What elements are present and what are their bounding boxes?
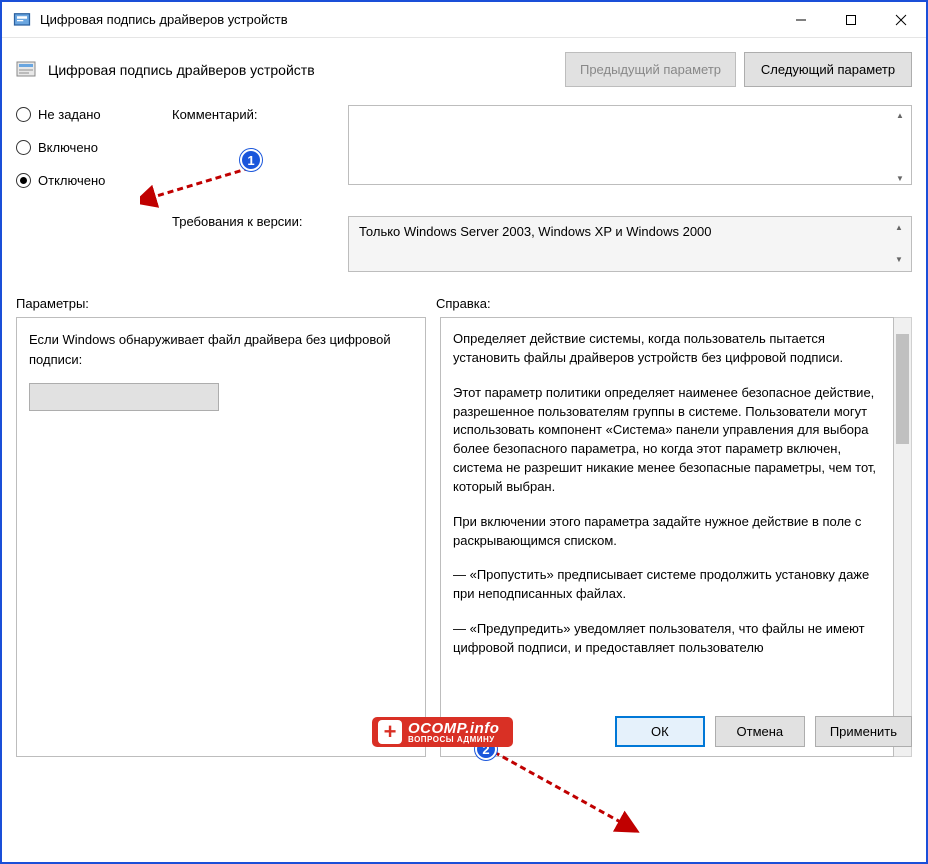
scroll-up-icon[interactable]: ▲ [892,221,906,233]
comment-textarea[interactable] [348,105,912,185]
next-setting-button[interactable]: Следующий параметр [744,52,912,87]
close-button[interactable] [876,2,926,38]
radio-label: Отключено [38,173,105,188]
options-text: Если Windows обнаруживает файл драйвера … [29,330,413,369]
app-icon [12,10,32,30]
cancel-button[interactable]: Отмена [715,716,805,747]
minimize-button[interactable] [776,2,826,38]
help-paragraph: Этот параметр политики определяет наимен… [453,384,881,497]
state-radio-group: Не задано Включено Отключено [16,105,166,188]
policy-icon [16,60,38,80]
options-label: Параметры: [16,296,426,311]
ok-button[interactable]: ОК [615,716,705,747]
titlebar: Цифровая подпись драйверов устройств [2,2,926,38]
help-paragraph: — «Предупредить» уведомляет пользователя… [453,620,881,658]
content-area: Цифровая подпись драйверов устройств Пре… [2,38,926,757]
header-row: Цифровая подпись драйверов устройств Пре… [2,38,926,105]
window-title: Цифровая подпись драйверов устройств [40,12,776,27]
options-dropdown[interactable] [29,383,219,411]
radio-label: Включено [38,140,98,155]
help-scrollbar[interactable] [894,317,912,757]
radio-icon [16,107,31,122]
options-panel: Если Windows обнаруживает файл драйвера … [16,317,426,757]
radio-icon [16,173,31,188]
radio-disabled[interactable]: Отключено [16,173,166,188]
help-panel: Определяет действие системы, когда польз… [440,317,894,757]
help-label: Справка: [436,296,912,311]
watermark-plus-icon: + [378,720,402,744]
radio-label: Не задано [38,107,101,122]
scroll-down-icon[interactable]: ▼ [893,172,907,184]
help-paragraph: — «Пропустить» предписывает системе прод… [453,566,881,604]
watermark-sub: ВОПРОСЫ АДМИНУ [408,736,499,744]
watermark-main: OCOMP.info [408,721,499,736]
scrollbar-thumb[interactable] [896,334,909,444]
policy-title: Цифровая подпись драйверов устройств [48,62,565,78]
radio-not-configured[interactable]: Не задано [16,107,166,122]
help-paragraph: При включении этого параметра задайте ну… [453,513,881,551]
watermark: + OCOMP.info ВОПРОСЫ АДМИНУ [372,717,513,747]
field-labels: Комментарий: Требования к версии: [172,105,342,229]
maximize-button[interactable] [826,2,876,38]
scroll-down-icon[interactable]: ▼ [892,253,906,265]
requirements-box: Только Windows Server 2003, Windows XP и… [348,216,912,272]
radio-icon [16,140,31,155]
requirements-value: Только Windows Server 2003, Windows XP и… [359,224,712,239]
requirements-label: Требования к версии: [172,214,342,229]
radio-enabled[interactable]: Включено [16,140,166,155]
comment-label: Комментарий: [172,105,342,214]
help-paragraph: Определяет действие системы, когда польз… [453,330,881,368]
apply-button[interactable]: Применить [815,716,912,747]
dialog-footer: ОК Отмена Применить [615,716,912,747]
scroll-up-icon[interactable]: ▲ [893,109,907,121]
prev-setting-button[interactable]: Предыдущий параметр [565,52,736,87]
